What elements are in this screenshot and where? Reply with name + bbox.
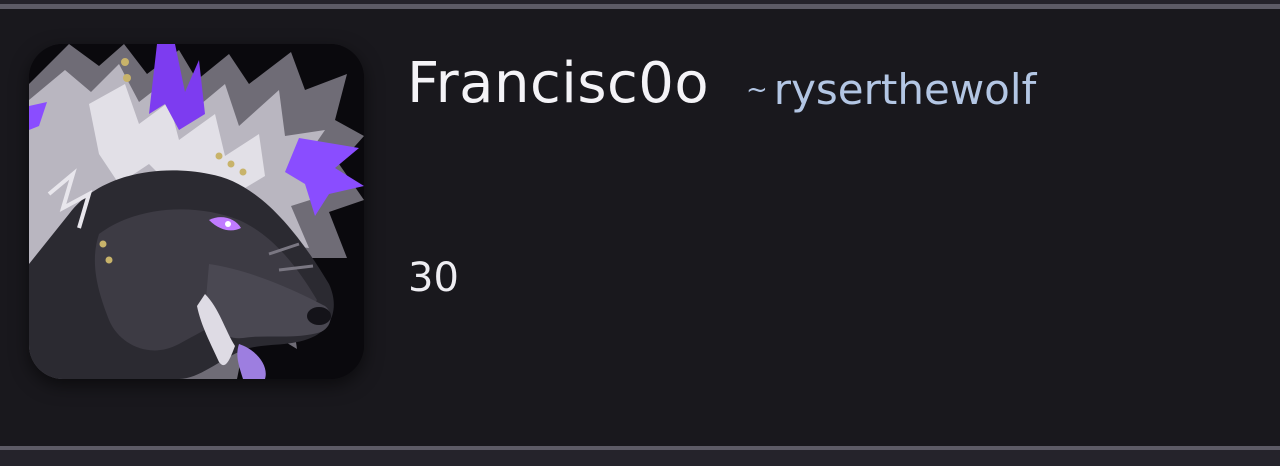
profile-card[interactable]: Francisc0o ~ ryserthewolf 30 (0, 0, 1280, 466)
bottom-divider (0, 446, 1280, 466)
stat-value: 30 (408, 255, 459, 301)
display-name: Francisc0o (407, 51, 710, 116)
avatar[interactable] (29, 44, 364, 379)
wolf-avatar-icon (29, 44, 364, 379)
top-divider (0, 0, 1280, 9)
handle-prefix: ~ (746, 75, 768, 105)
username-handle[interactable]: ~ ryserthewolf (746, 62, 1036, 118)
handle-text: ryserthewolf (773, 65, 1037, 114)
